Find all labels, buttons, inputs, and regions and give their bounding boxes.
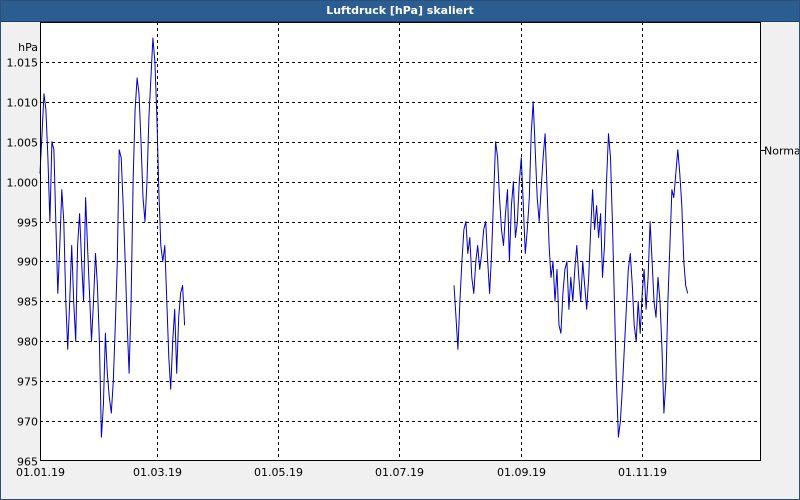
reference-line-label: Normal [764,145,799,158]
reference-line-labels: Normal [764,145,799,158]
y-tick-label: 995 [17,217,38,230]
y-axis-tick-labels: 9659709759809859909951.0001.0051.0101.01… [7,57,39,469]
line-chart: hPa 9659709759809859909951.0001.0051.010… [7,22,799,479]
y-tick-label: 1.015 [7,57,39,70]
y-tick-label: 1.010 [7,97,39,110]
y-tick-label: 975 [17,376,38,389]
x-tick-label: 01.07.19 [375,466,424,479]
plot-area [40,22,761,461]
x-tick-label: 01.01.19 [16,466,65,479]
x-tick-label: 01.11.19 [618,466,667,479]
y-tick-label: 990 [17,256,38,269]
y-tick-label: 980 [17,336,38,349]
y-axis-unit-label: hPa [18,41,38,54]
x-tick-label: 01.05.19 [254,466,303,479]
x-axis-tick-labels: 01.01.19 01.03.19 01.05.19 01.07.19 01.09.19… [16,466,667,479]
x-tick-label: 01.03.19 [133,466,182,479]
y-tick-label: 985 [17,296,38,309]
y-tick-label: 1.005 [7,137,39,150]
y-tick-label: 970 [17,416,38,429]
y-tick-label: 1.000 [7,177,39,190]
x-tick-label: 01.09.19 [497,466,546,479]
chart-window: Luftdruck [hPa] skaliert hPa 965 970 975 98… [0,0,800,500]
